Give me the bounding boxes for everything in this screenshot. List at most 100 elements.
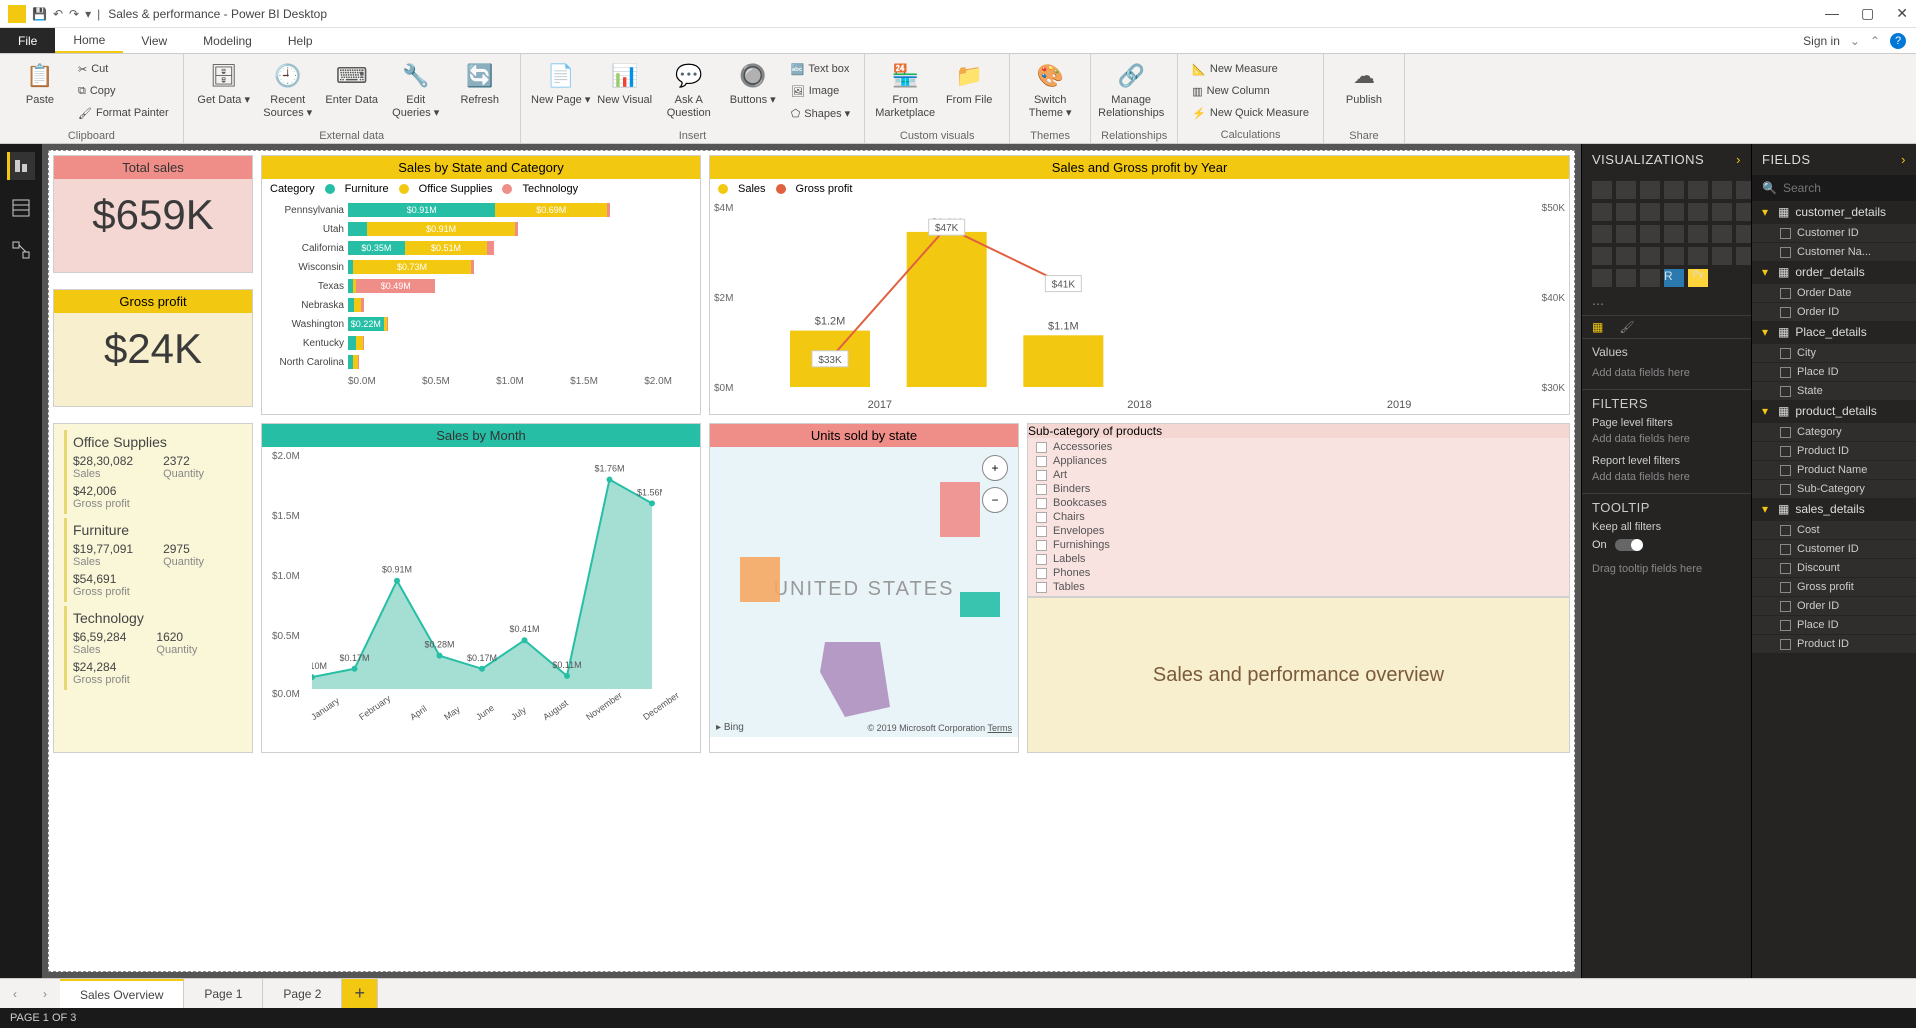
slicer-item[interactable]: Appliances <box>1030 454 1567 468</box>
viz-type-icon[interactable] <box>1688 247 1708 265</box>
chevron-up-icon[interactable]: ⌃ <box>1870 34 1880 48</box>
slicer-item[interactable]: Accessories <box>1030 440 1567 454</box>
viz-type-icon[interactable] <box>1712 203 1732 221</box>
undo-icon[interactable]: ↶ <box>53 7 63 21</box>
new-column-button[interactable]: ▥New Column <box>1188 80 1313 102</box>
page-tab-1[interactable]: Page 1 <box>184 979 263 1008</box>
field-item[interactable]: Product ID <box>1752 634 1916 653</box>
copy-button[interactable]: ⧉Copy <box>74 80 173 102</box>
field-item[interactable]: Cost <box>1752 520 1916 539</box>
field-item[interactable]: Order Date <box>1752 283 1916 302</box>
report-canvas[interactable]: Total sales $659K Gross profit $24K Sale… <box>48 150 1575 972</box>
switch-theme-button[interactable]: 🎨Switch Theme ▾ <box>1020 58 1080 128</box>
chart-state-category[interactable]: Sales by State and Category Category Fur… <box>261 155 701 415</box>
field-item[interactable]: Place ID <box>1752 362 1916 381</box>
new-visual-button[interactable]: 📊New Visual <box>595 58 655 128</box>
enter-data-button[interactable]: ⌨Enter Data <box>322 58 382 128</box>
chevron-down-icon[interactable]: ⌄ <box>1850 34 1860 48</box>
slicer-item[interactable]: Bookcases <box>1030 496 1567 510</box>
viz-type-icon[interactable] <box>1664 247 1684 265</box>
viz-type-icon[interactable] <box>1712 181 1732 199</box>
field-table[interactable]: ▾▦Place_details <box>1752 321 1916 343</box>
fields-search-input[interactable] <box>1783 181 1916 195</box>
field-table[interactable]: ▾▦order_details <box>1752 261 1916 283</box>
chart-month[interactable]: Sales by Month $2.0M $1.5M $1.0M $0.5M $… <box>261 423 701 753</box>
from-file-button[interactable]: 📁From File <box>939 58 999 128</box>
refresh-button[interactable]: 🔄Refresh <box>450 58 510 128</box>
field-item[interactable]: Sub-Category <box>1752 479 1916 498</box>
viz-type-icon[interactable] <box>1640 225 1660 243</box>
viz-type-icon[interactable]: R <box>1664 269 1684 287</box>
viz-type-icon[interactable] <box>1640 247 1660 265</box>
tab-view[interactable]: View <box>123 28 185 53</box>
viz-type-icon[interactable] <box>1640 269 1660 287</box>
slicer-item[interactable]: Tables <box>1030 580 1567 594</box>
qat-dropdown-icon[interactable]: ▾ <box>85 7 91 21</box>
slicer-item[interactable]: Labels <box>1030 552 1567 566</box>
shapes-button[interactable]: ⬠Shapes ▾ <box>787 102 854 124</box>
slicer-item[interactable]: Envelopes <box>1030 524 1567 538</box>
viz-type-icon[interactable] <box>1592 203 1612 221</box>
prev-page-button[interactable]: ‹ <box>0 979 30 1008</box>
field-table[interactable]: ▾▦sales_details <box>1752 498 1916 520</box>
viz-type-icon[interactable] <box>1688 225 1708 243</box>
overview-textbox[interactable]: Sales and performance overview <box>1027 597 1570 753</box>
more-icon[interactable]: ⋯ <box>1582 293 1751 315</box>
field-table[interactable]: ▾▦product_details <box>1752 400 1916 422</box>
edit-queries-button[interactable]: 🔧Edit Queries ▾ <box>386 58 446 128</box>
viz-type-icon[interactable] <box>1664 203 1684 221</box>
subcategory-slicer[interactable]: Sub-category of products AccessoriesAppl… <box>1027 423 1570 597</box>
field-item[interactable]: Customer ID <box>1752 223 1916 242</box>
maximize-button[interactable]: ▢ <box>1861 5 1874 22</box>
buttons-button[interactable]: 🔘Buttons ▾ <box>723 58 783 128</box>
field-item[interactable]: City <box>1752 343 1916 362</box>
field-item[interactable]: Discount <box>1752 558 1916 577</box>
slicer-item[interactable]: Furnishings <box>1030 538 1567 552</box>
help-icon[interactable]: ? <box>1890 33 1906 49</box>
image-button[interactable]: 🖼Image <box>787 80 854 102</box>
collapse-icon[interactable]: › <box>1901 152 1906 167</box>
field-item[interactable]: State <box>1752 381 1916 400</box>
tab-home[interactable]: Home <box>55 28 123 53</box>
tooltip-dropzone[interactable]: Drag tooltip fields here <box>1592 559 1741 579</box>
field-item[interactable]: Customer ID <box>1752 539 1916 558</box>
field-item[interactable]: Product Name <box>1752 460 1916 479</box>
viz-type-icon[interactable] <box>1640 203 1660 221</box>
viz-type-icon[interactable] <box>1664 225 1684 243</box>
terms-link[interactable]: Terms <box>988 723 1013 733</box>
get-data-button[interactable]: 🗄Get Data ▾ <box>194 58 254 128</box>
viz-type-icon[interactable] <box>1712 247 1732 265</box>
chart-map[interactable]: Units sold by state + − UNITED STATES ▸ … <box>709 423 1019 753</box>
redo-icon[interactable]: ↷ <box>69 7 79 21</box>
category-details[interactable]: Office Supplies $28,30,082Sales 2372Quan… <box>53 423 253 753</box>
field-item[interactable]: Customer Na... <box>1752 242 1916 261</box>
viz-type-icon[interactable] <box>1616 203 1636 221</box>
keep-filters-toggle[interactable] <box>1615 539 1643 551</box>
viz-type-icon[interactable] <box>1688 203 1708 221</box>
tab-file[interactable]: File <box>0 28 55 53</box>
kpi-gross-profit[interactable]: Gross profit $24K <box>53 289 253 407</box>
report-view-button[interactable] <box>7 152 35 180</box>
field-item[interactable]: Place ID <box>1752 615 1916 634</box>
slicer-item[interactable]: Art <box>1030 468 1567 482</box>
viz-type-icon[interactable] <box>1592 225 1612 243</box>
publish-button[interactable]: ☁Publish <box>1334 58 1394 128</box>
viz-type-icon[interactable] <box>1592 247 1612 265</box>
format-painter-button[interactable]: 🖌Format Painter <box>74 102 173 124</box>
kpi-total-sales[interactable]: Total sales $659K <box>53 155 253 273</box>
fields-tab-icon[interactable]: ▦ <box>1592 320 1603 334</box>
viz-type-icon[interactable] <box>1592 181 1612 199</box>
slicer-item[interactable]: Phones <box>1030 566 1567 580</box>
page-tab-2[interactable]: Page 2 <box>263 979 342 1008</box>
paste-button[interactable]: 📋Paste <box>10 58 70 128</box>
viz-type-icon[interactable] <box>1664 181 1684 199</box>
report-filters-dropzone[interactable]: Add data fields here <box>1592 467 1741 487</box>
manage-relationships-button[interactable]: 🔗Manage Relationships <box>1101 58 1161 128</box>
field-item[interactable]: Order ID <box>1752 302 1916 321</box>
viz-type-icon[interactable]: Py <box>1688 269 1708 287</box>
format-tab-icon[interactable]: 🖌 <box>1619 320 1634 334</box>
close-button[interactable]: ✕ <box>1896 5 1908 22</box>
slicer-item[interactable]: Binders <box>1030 482 1567 496</box>
collapse-icon[interactable]: › <box>1736 152 1741 167</box>
viz-type-icon[interactable] <box>1616 225 1636 243</box>
